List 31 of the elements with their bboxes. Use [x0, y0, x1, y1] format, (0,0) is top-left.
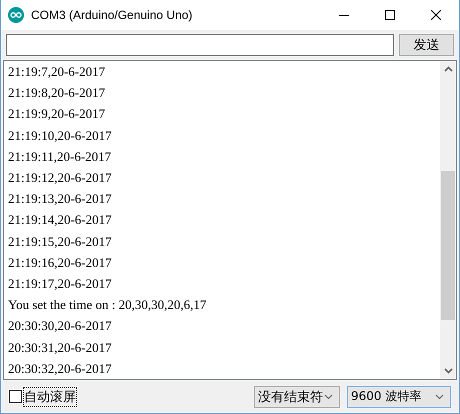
output-line: 21:19:11,20-6-2017	[8, 148, 112, 166]
checkbox[interactable]	[9, 390, 22, 403]
output-line: 21:19:8,20-6-2017	[8, 84, 106, 102]
output-line: You set the time on : 20,30,30,20,6,17	[8, 296, 208, 314]
output-line: 21:19:17,20-6-2017	[8, 275, 113, 294]
maximize-icon	[385, 10, 395, 20]
scroll-up-icon	[444, 66, 452, 72]
line-ending-dropdown[interactable]: 没有结束符	[254, 386, 340, 408]
output-line: 21:19:16,20-6-2017	[8, 254, 113, 272]
scrollbar-thumb[interactable]	[441, 171, 455, 320]
output-line: 20:30:31,20-6-2017	[8, 338, 113, 357]
scrollbar[interactable]	[440, 61, 456, 379]
scroll-down-icon	[444, 368, 452, 374]
output-line: 21:19:10,20-6-2017	[8, 126, 113, 145]
arduino-logo-icon	[8, 7, 24, 23]
output-line: 21:19:9,20-6-2017	[8, 105, 106, 124]
autoscroll-label: 自动滚屏	[24, 388, 76, 406]
output-line: 20:30:32,20-6-2017	[8, 360, 113, 378]
output-line: 21:19:7,20-6-2017	[8, 63, 106, 81]
output-line: 21:19:14,20-6-2017	[8, 211, 113, 230]
output-line: 21:19:13,20-6-2017	[8, 190, 113, 208]
send-button[interactable]: 发送	[399, 34, 454, 56]
chevron-down-icon	[435, 394, 444, 400]
window-title: COM3 (Arduino/Genuino Uno)	[31, 8, 192, 22]
close-icon	[431, 10, 441, 20]
baud-rate-dropdown[interactable]: 9600 波特率	[347, 386, 451, 408]
output-line: 21:19:12,20-6-2017	[8, 169, 113, 188]
output-line: 20:30:30,20-6-2017	[8, 317, 113, 336]
output-line: 21:19:15,20-6-2017	[8, 232, 113, 251]
chevron-down-icon	[324, 394, 333, 400]
send-input-field[interactable]	[6, 34, 394, 56]
